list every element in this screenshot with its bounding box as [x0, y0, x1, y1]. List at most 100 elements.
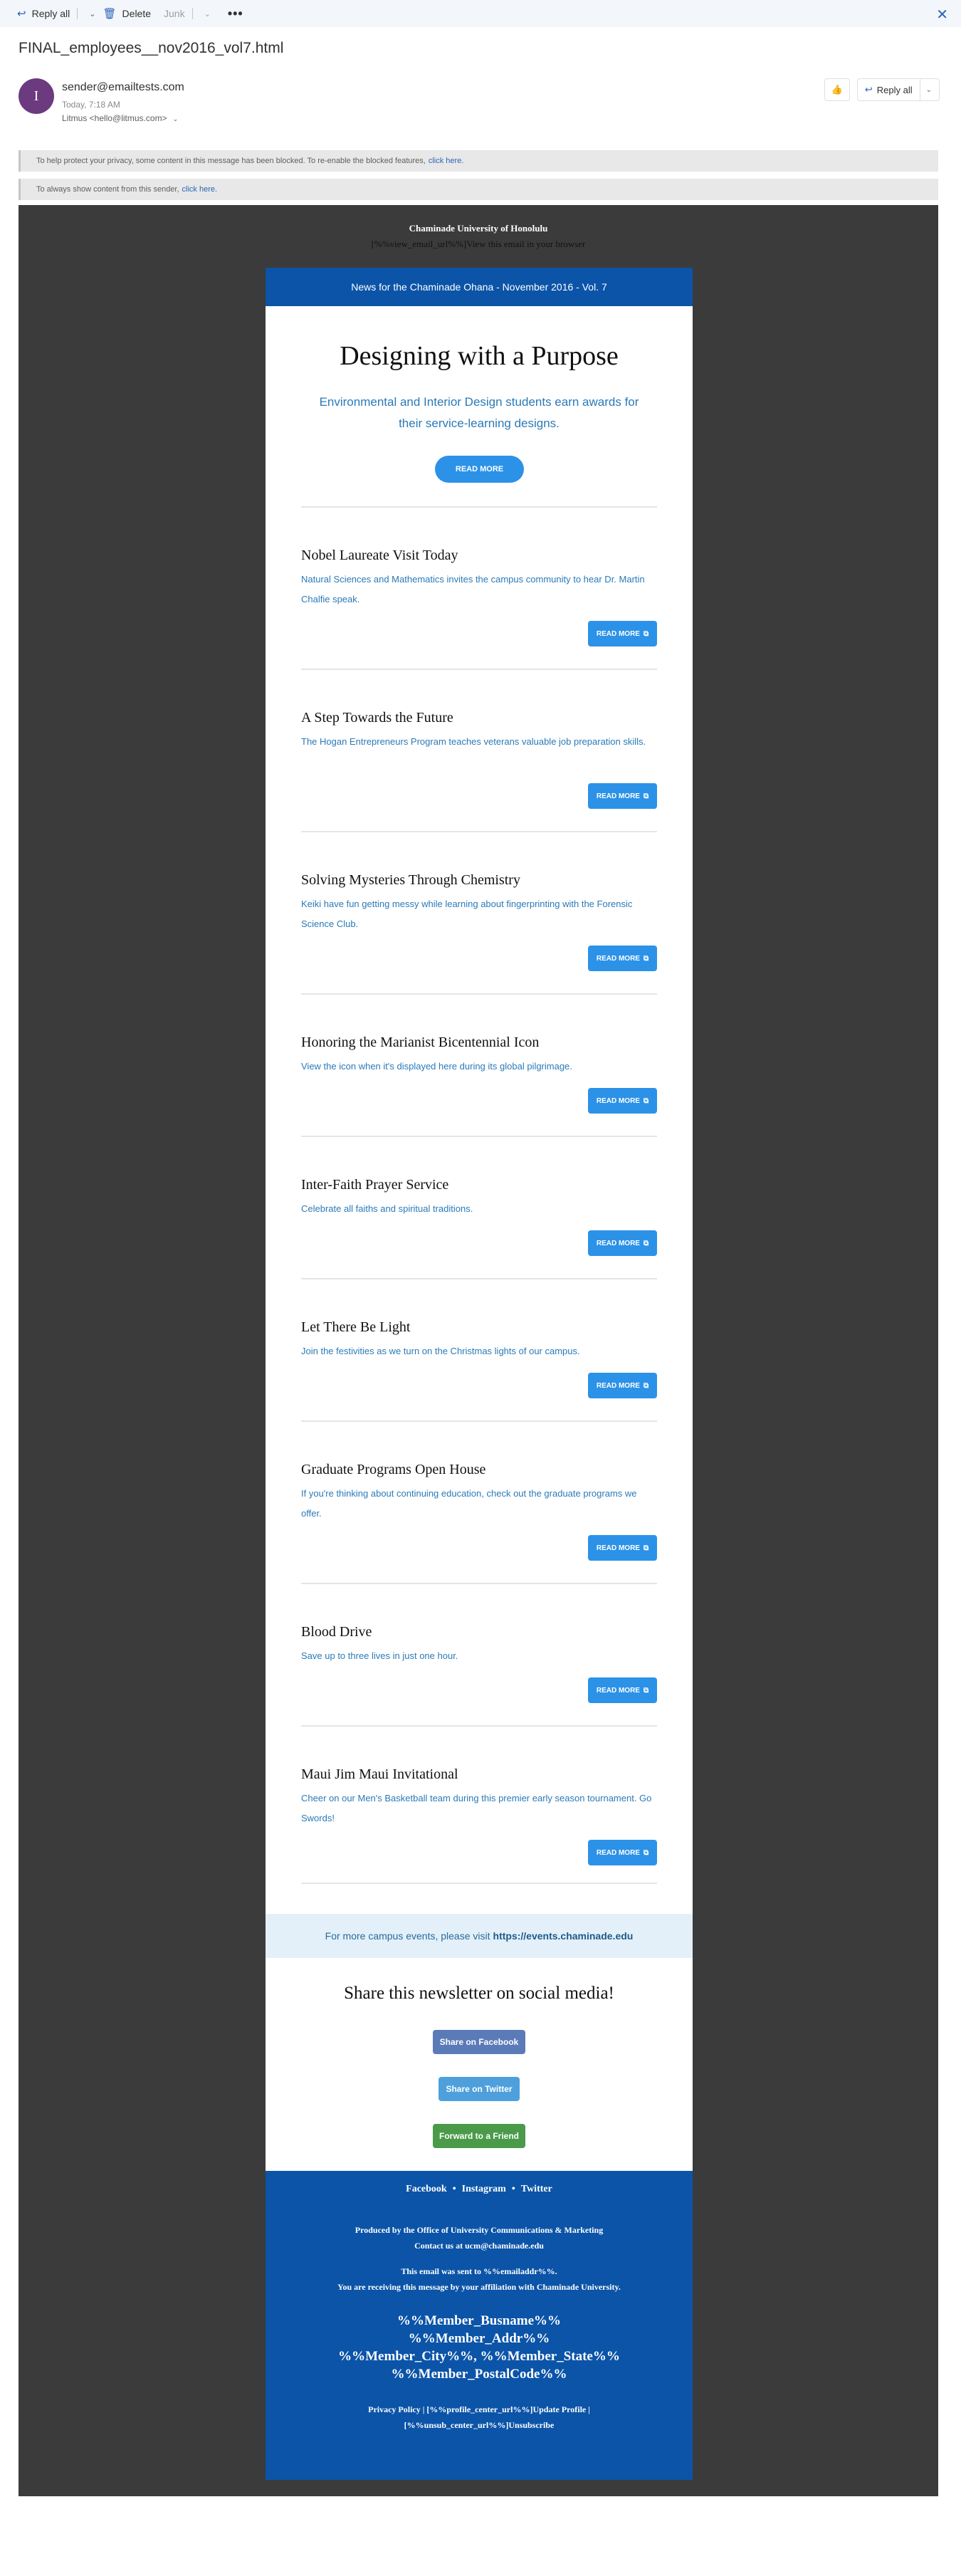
sent-time: Today, 7:18 AM: [62, 100, 120, 110]
member-line: %%Member_Addr%%: [408, 2331, 550, 2346]
story-read-more-button[interactable]: READ MORE ⧉: [588, 1535, 657, 1561]
external-link-icon: ⧉: [643, 1096, 649, 1105]
divider: [301, 1883, 657, 1884]
story-title: Let There Be Light: [301, 1319, 411, 1335]
share-facebook-button[interactable]: Share on Facebook: [433, 2030, 525, 2054]
divider: [301, 1278, 657, 1279]
separator-dot: •: [452, 2184, 456, 2194]
external-link-icon: ⧉: [643, 792, 649, 800]
sent-to-text: This email was sent to %%emailaddr%%.: [401, 2266, 557, 2276]
divider: [301, 993, 657, 995]
story-text: View the icon when it's displayed here d…: [301, 1061, 572, 1072]
show-content-link[interactable]: click here.: [182, 185, 218, 194]
member-line: %%Member_PostalCode%%: [391, 2367, 567, 2382]
member-line: %%Member_Busname%%: [397, 2313, 562, 2328]
footer-policy: Privacy Policy | [%%profile_center_url%%…: [266, 2402, 693, 2433]
policy-links[interactable]: Privacy Policy | [%%profile_center_url%%…: [266, 2402, 693, 2417]
story-text: Save up to three lives in just one hour.: [301, 1650, 458, 1661]
footer-notice: This email was sent to %%emailaddr%%. Yo…: [266, 2263, 693, 2295]
footer-produced-by: Produced by the Office of University Com…: [266, 2222, 693, 2253]
chevron-down-icon[interactable]: ⌄: [173, 115, 179, 122]
read-more-label: READ MORE: [596, 1381, 640, 1390]
produced-by-text: Produced by the Office of University Com…: [355, 2225, 604, 2235]
read-more-label: READ MORE: [596, 1544, 640, 1552]
divider: [301, 1420, 657, 1422]
footer-link-facebook[interactable]: Facebook: [406, 2184, 447, 2194]
view-in-browser-link[interactable]: [%%view_email_url%%]View this email in y…: [19, 236, 938, 252]
story-read-more-button[interactable]: READ MORE ⧉: [588, 1230, 657, 1256]
divider: [301, 1725, 657, 1727]
story-read-more-button[interactable]: READ MORE ⧉: [588, 621, 657, 646]
story-read-more-button[interactable]: READ MORE ⧉: [588, 783, 657, 809]
divider: [301, 1583, 657, 1584]
reply-all-button[interactable]: ↩ Reply all: [17, 0, 70, 27]
member-line: %%Member_City%%, %%Member_State%%: [338, 2349, 620, 2364]
story-title: Graduate Programs Open House: [301, 1462, 486, 1477]
close-icon[interactable]: ✕: [936, 6, 948, 23]
header-reply-all-button[interactable]: ↩ Reply all ⌄: [856, 78, 940, 101]
affiliation-text: You are receiving this message by your a…: [337, 2282, 621, 2292]
recipient: Litmus <hello@litmus.com>: [62, 113, 167, 123]
avatar[interactable]: I: [19, 78, 54, 114]
events-bar: For more campus events, please visit htt…: [266, 1914, 693, 1958]
reply-all-label: Reply all: [31, 8, 70, 19]
unsubscribe-link[interactable]: [%%unsub_center_url%%]Unsubscribe: [266, 2417, 693, 2433]
contact-text[interactable]: Contact us at ucm@chaminade.edu: [266, 2238, 693, 2253]
header-reply-all-label: Reply all: [876, 84, 913, 95]
footer-link-twitter[interactable]: Twitter: [521, 2184, 552, 2194]
events-link[interactable]: https://events.chaminade.edu: [493, 1930, 634, 1942]
forward-friend-button[interactable]: Forward to a Friend: [433, 2124, 525, 2148]
newsletter-footer: Facebook • Instagram • Twitter Produced by t…: [266, 2171, 693, 2480]
story-title: A Step Towards the Future: [301, 710, 453, 726]
like-button[interactable]: 👍: [824, 78, 850, 101]
show-content-text: To always show content from this sender,: [36, 185, 179, 194]
blocked-content-notice: To help protect your privacy, some conte…: [19, 150, 938, 172]
story-title: Maui Jim Maui Invitational: [301, 1766, 458, 1782]
show-content-notice: To always show content from this sender,…: [19, 179, 938, 200]
read-more-label: READ MORE: [596, 1096, 640, 1105]
thumbs-up-icon: 👍: [831, 84, 843, 95]
footer-link-instagram[interactable]: Instagram: [462, 2184, 506, 2194]
delete-button[interactable]: 🗑 Delete: [103, 0, 152, 27]
member-address: %%Member_Busname%% %%Member_Addr%% %%Mem…: [266, 2312, 693, 2383]
separator-dot: •: [511, 2184, 515, 2194]
story-text: Join the festivities as we turn on the C…: [301, 1346, 580, 1356]
divider: [301, 506, 657, 508]
story-text: The Hogan Entrepreneurs Program teaches …: [301, 736, 646, 747]
reading-pane-toolbar: ↩ Reply all ⌄ 🗑 Delete Junk ⌄ ••• ✕: [0, 0, 961, 27]
message-subject: FINAL_employees__nov2016_vol7.html: [19, 40, 284, 56]
toolbar-separator: [77, 8, 78, 19]
read-more-label: READ MORE: [596, 629, 640, 638]
story-read-more-button[interactable]: READ MORE ⧉: [588, 946, 657, 971]
story-read-more-button[interactable]: READ MORE ⧉: [588, 1088, 657, 1114]
story-read-more-button[interactable]: READ MORE ⧉: [588, 1840, 657, 1865]
external-link-icon: ⧉: [643, 1239, 649, 1247]
story-title: Nobel Laureate Visit Today: [301, 548, 458, 563]
story-read-more-button[interactable]: READ MORE ⧉: [588, 1677, 657, 1703]
more-actions-icon[interactable]: •••: [228, 6, 243, 21]
story-title: Solving Mysteries Through Chemistry: [301, 872, 520, 888]
story-text: Keiki have fun getting messy while learn…: [301, 899, 633, 929]
recipient-line[interactable]: Litmus <hello@litmus.com> ⌄: [62, 113, 178, 123]
sender-address[interactable]: sender@emailtests.com: [62, 81, 184, 94]
external-link-icon: ⧉: [643, 954, 649, 963]
share-twitter-button[interactable]: Share on Twitter: [439, 2077, 520, 2101]
junk-button[interactable]: Junk: [164, 0, 185, 27]
header-actions: 👍 ↩ Reply all ⌄: [824, 78, 940, 101]
chevron-down-icon[interactable]: ⌄: [919, 79, 932, 100]
hero-title: Designing with a Purpose: [340, 341, 619, 371]
story-text: Celebrate all faiths and spiritual tradi…: [301, 1203, 473, 1214]
external-link-icon: ⧉: [643, 629, 649, 638]
blocked-content-text: To help protect your privacy, some conte…: [36, 157, 426, 165]
story-read-more-button[interactable]: READ MORE ⧉: [588, 1373, 657, 1398]
delete-label: Delete: [122, 8, 152, 19]
trash-icon: 🗑: [103, 8, 117, 20]
reply-all-icon: ↩: [864, 84, 873, 95]
junk-options-chevron-icon[interactable]: ⌄: [204, 9, 211, 19]
story-title: Blood Drive: [301, 1624, 372, 1640]
read-more-label: READ MORE: [596, 1848, 640, 1857]
toolbar-separator: [191, 8, 193, 19]
hero-read-more-button[interactable]: READ MORE: [435, 456, 524, 483]
blocked-content-link[interactable]: click here.: [429, 157, 464, 165]
reply-options-chevron-icon[interactable]: ⌄: [89, 9, 95, 19]
